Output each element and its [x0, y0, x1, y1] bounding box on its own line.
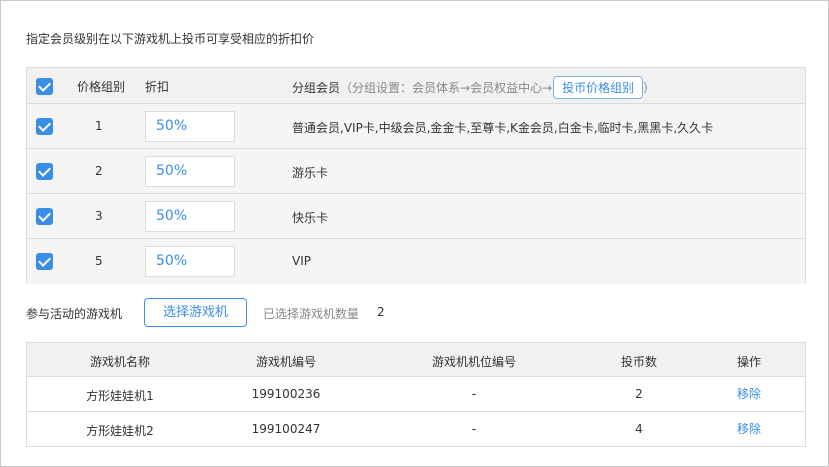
row-group: 1	[95, 119, 103, 133]
machine-table-header: 游戏机名称 游戏机编号 游戏机机位编号 投币数 操作	[27, 343, 805, 377]
header-members: 分组会员（分组设置：会员体系→会员权益中心→ 投币价格组别）	[292, 76, 655, 99]
row-group: 5	[95, 254, 103, 268]
choose-machine-button[interactable]: 选择游戏机	[144, 298, 247, 327]
selected-count-value: 2	[377, 305, 385, 319]
intro-text: 指定会员级别在以下游戏机上投币可享受相应的折扣价	[26, 32, 315, 46]
row-members: VIP	[292, 254, 311, 268]
row-checkbox[interactable]	[36, 163, 53, 180]
machine-name: 方形娃娃机1	[86, 389, 154, 403]
row-members: 普通会员,VIP卡,中级会员,金金卡,至尊卡,K金会员,白金卡,临时卡,黑黑卡,…	[292, 121, 714, 135]
row-checkbox[interactable]	[36, 118, 53, 135]
machine-row: 方形娃娃机2 199100247 - 4 移除	[27, 412, 805, 447]
row-checkbox[interactable]	[36, 208, 53, 225]
discount-input[interactable]: 50%	[145, 246, 235, 277]
discount-input[interactable]: 50%	[145, 201, 235, 232]
header-machine-name: 游戏机名称	[89, 355, 150, 369]
header-group: 价格组别	[77, 80, 126, 94]
machine-coins: 2	[635, 387, 643, 401]
row-group: 2	[95, 164, 103, 178]
row-members: 快乐卡	[292, 211, 329, 225]
row-group: 3	[95, 209, 103, 223]
row-members: 游乐卡	[292, 166, 329, 180]
machine-coins: 4	[635, 422, 643, 436]
remove-machine-link[interactable]: 移除	[689, 420, 809, 437]
machine-table: 游戏机名称 游戏机编号 游戏机机位编号 投币数 操作 方形娃娃机1 199100…	[26, 342, 806, 447]
machine-row: 方形娃娃机1 199100236 - 2 移除	[27, 377, 805, 412]
header-discount: 折扣	[145, 80, 170, 94]
price-group-table: 价格组别 折扣 分组会员（分组设置：会员体系→会员权益中心→ 投币价格组别） 1 …	[26, 67, 806, 284]
select-all-checkbox[interactable]	[36, 78, 53, 95]
price-group-table-header: 价格组别 折扣 分组会员（分组设置：会员体系→会员权益中心→ 投币价格组别）	[27, 68, 805, 104]
price-group-row: 5 50% VIP	[27, 239, 805, 284]
row-checkbox[interactable]	[36, 253, 53, 270]
header-machine-code: 游戏机编号	[255, 355, 316, 369]
machine-slot: -	[471, 387, 477, 401]
price-group-row: 2 50% 游乐卡	[27, 149, 805, 194]
header-members-hint: （分组设置：会员体系→会员权益中心→	[340, 81, 553, 95]
machine-code: 199100236	[251, 387, 321, 401]
price-group-row: 1 50% 普通会员,VIP卡,中级会员,金金卡,至尊卡,K金会员,白金卡,临时…	[27, 104, 805, 149]
participating-machines-label: 参与活动的游戏机	[26, 307, 123, 321]
header-coins: 投币数	[620, 355, 657, 369]
selected-count-label: 已选择游戏机数量	[263, 307, 360, 321]
header-members-label: 分组会员	[292, 81, 341, 95]
remove-machine-link[interactable]: 移除	[689, 385, 809, 402]
discount-input[interactable]: 50%	[145, 156, 235, 187]
price-group-link-button[interactable]: 投币价格组别	[553, 76, 644, 99]
machine-name: 方形娃娃机2	[86, 424, 154, 438]
price-group-row: 3 50% 快乐卡	[27, 194, 805, 239]
machine-code: 199100247	[251, 422, 321, 436]
header-members-hint-close: ）	[643, 81, 656, 95]
discount-input[interactable]: 50%	[145, 111, 235, 142]
machine-slot: -	[471, 422, 477, 436]
header-action: 操作	[736, 355, 761, 369]
header-machine-slot: 游戏机机位编号	[431, 355, 516, 369]
